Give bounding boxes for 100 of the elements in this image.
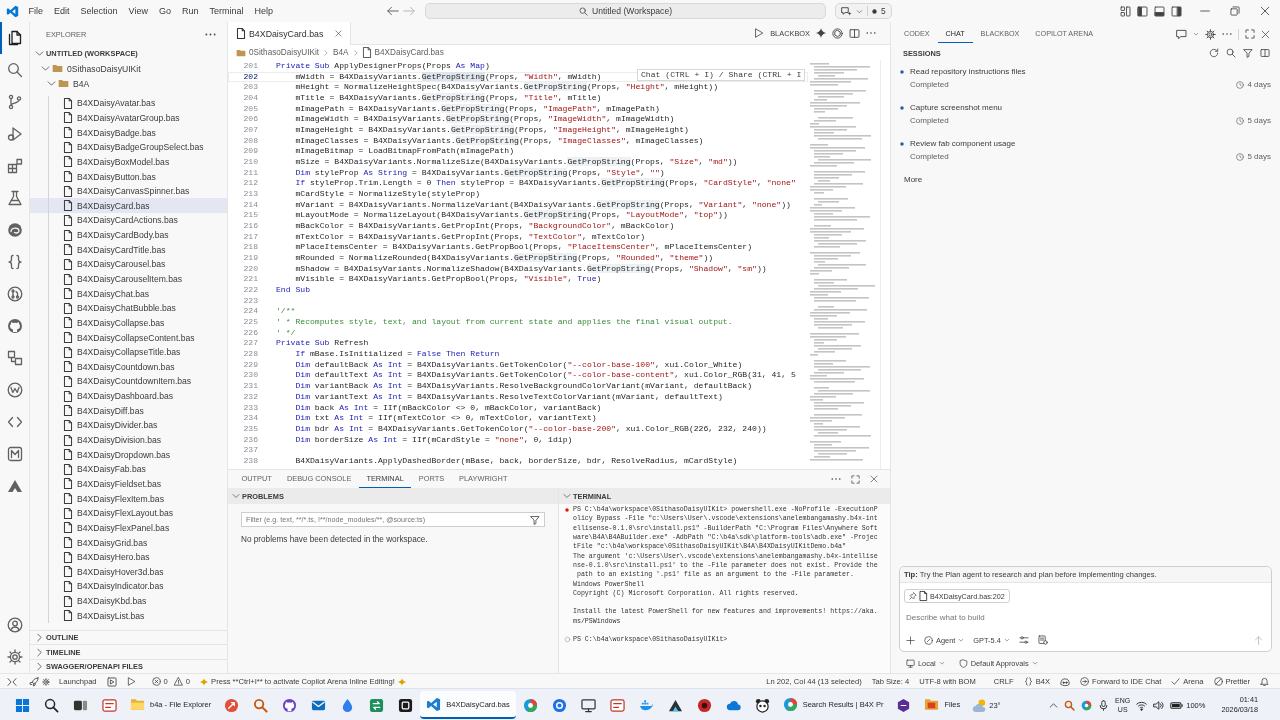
add-icon[interactable] [906,635,915,645]
circled-hexagon-icon[interactable] [832,27,843,39]
line-number: 237 [242,445,258,456]
session-item[interactable]: Capture screenshot menu Completed 5 days [891,96,1280,132]
account-icon[interactable] [6,617,23,633]
folder-icon [924,696,940,712]
panda-icon[interactable] [754,697,770,713]
line-number: 225 [242,317,258,328]
code-line: mTextColor = B4XDaisyVariants.GetPropInt(Props, "TextColor", mTextColor) [295,231,646,243]
folder-item[interactable]: 0SithasoDaisyUIKit [30,61,227,76]
code-line: Dim bdr As Int = B4XDaisyVariants.GetTokenColor("--color-base-200", xui.Color_RGB(226, 232, 240)) [295,423,767,435]
speaker-icon[interactable] [1153,699,1165,711]
menu-item[interactable]: Go [153,3,177,19]
play-icon[interactable] [126,677,136,686]
maximize-icon[interactable] [1245,29,1255,39]
circle-icon[interactable] [696,697,712,713]
menu-item[interactable]: File [23,3,49,19]
session-title: Capture screenshot menu [910,103,1004,112]
close-icon[interactable] [1260,6,1270,16]
editor-tab[interactable]: B4XDaisyCard.bas [228,22,352,45]
chevron-up-icon[interactable] [1049,700,1059,710]
menu-item[interactable]: Help [248,3,279,19]
browser-icon[interactable] [522,697,538,713]
menu-item[interactable]: Run [176,3,204,19]
tree-item[interactable]: B4XDaisyCard.bas [30,198,227,214]
panel-bottom-icon[interactable] [1154,5,1165,17]
robot-face-icon[interactable] [1060,676,1071,687]
command-center[interactable]: Untitled (Workspace) [425,3,826,19]
line-number: 213 [242,189,258,200]
search-icon[interactable] [44,697,59,713]
settings-icon[interactable] [1205,28,1216,40]
folder-item[interactable]: B4A [30,76,227,91]
agent-status-control[interactable]: 5 [835,3,892,19]
session-item[interactable]: Read repository instructions files Completed 4 days [891,60,1280,96]
square-icon[interactable] [398,697,414,713]
menu-item[interactable]: Terminal [203,3,249,19]
letter-m-icon [6,446,23,462]
bell-icon[interactable] [1260,677,1269,686]
breadcrumb-item[interactable]: 0SithasoDaisyUIKit [236,47,320,58]
peak-icon[interactable] [667,697,683,713]
menu-item[interactable]: View [123,3,154,19]
cat-icon[interactable] [282,697,298,713]
line-number: 220 [242,263,258,275]
filter-icon[interactable] [1243,48,1253,58]
hexagon-icon[interactable] [896,697,912,713]
folder-icon [130,696,145,712]
sidebar-right-icon[interactable] [1171,5,1182,17]
wifi-icon[interactable] [1136,699,1148,711]
prompt-field[interactable]: Describe what to build [906,611,1206,624]
document-icon[interactable] [1037,635,1048,645]
file-icon [64,537,72,549]
line-number: 234 [242,413,258,424]
app-tile-icon[interactable] [609,697,625,713]
session-item[interactable]: Review fab component usage Completed 5 days [891,132,1280,168]
microphone-icon[interactable] [1098,699,1110,711]
arrows-square-icon[interactable] [369,697,385,713]
file-icon [64,610,72,622]
four-squares-icon[interactable] [15,697,30,713]
play-box-icon[interactable] [106,676,117,687]
close-icon[interactable] [870,475,878,483]
ring-icon[interactable] [551,697,567,713]
more-link[interactable]: More [904,174,923,185]
dot-icon [872,8,877,14]
breadcrumb-item[interactable]: B4A [333,48,349,57]
session-age: 5 days [1247,152,1271,161]
monitor-icon[interactable] [580,697,596,713]
whale-icon[interactable] [638,697,654,713]
file-icon [64,244,72,256]
filter-icon[interactable] [530,514,540,525]
code-line: mImagePath = B4XDaisyVariants.GetPropString(Props, "ImagePath", mImagePath) [295,103,660,115]
arrow-badge-icon[interactable] [224,697,240,713]
close-icon[interactable] [1261,29,1270,39]
menu-item[interactable]: Selection [75,3,124,19]
app-tile-icon[interactable] [102,697,117,713]
close-icon[interactable] [335,30,343,37]
line-number: 202 [242,71,258,83]
sliders-icon[interactable] [1018,635,1029,645]
file-icon [64,332,72,344]
ring-icon [564,637,570,643]
settings-icon[interactable] [6,649,23,665]
maximize-icon[interactable] [851,474,860,484]
chat-bubble-icon[interactable] [1176,28,1187,40]
file-icon [64,361,72,373]
breadcrumb-item[interactable]: B4XDaisyCard.bas [362,47,444,58]
sidebar-left-icon[interactable] [1137,5,1148,17]
menu-item[interactable]: Edit [48,3,76,19]
back-arrow-icon[interactable] [387,5,399,17]
magnifier-icon[interactable] [253,697,269,713]
refresh-icon[interactable] [1209,48,1219,58]
magnifier-icon[interactable] [1064,699,1076,711]
columns-icon[interactable] [849,27,860,39]
line-number: 216 [242,221,258,232]
code-line: mBackColor = B4XDaisyVariants.GetPropInt(Props, "BackgroundColor", mBackColor) [295,221,675,232]
browser-icon[interactable] [1081,699,1093,711]
run-icon[interactable] [754,28,765,38]
sparkle-icon[interactable] [816,28,826,38]
angle-brackets-icon[interactable] [7,676,17,687]
restore-icon[interactable] [1230,6,1240,16]
layout-grid-icon[interactable] [1120,5,1131,17]
columns-icon[interactable] [1260,48,1270,58]
